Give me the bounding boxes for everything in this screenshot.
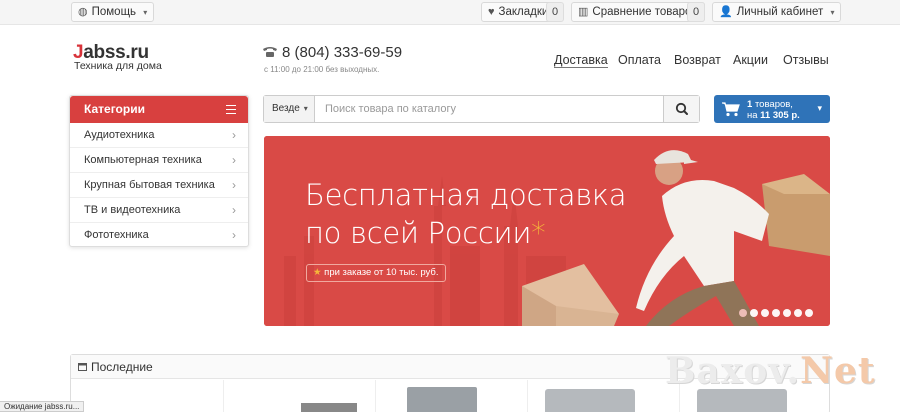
category-label: Компьютерная техника <box>84 154 202 166</box>
help-label: Помощь <box>91 6 137 18</box>
category-label: Фототехника <box>84 229 149 241</box>
bookmarks-label: Закладки <box>498 6 549 18</box>
nav-link-delivery[interactable]: Доставка <box>554 53 608 68</box>
product-divider <box>375 380 376 412</box>
search-icon <box>675 102 688 115</box>
help-dropdown[interactable]: ◍ Помощь ▾ <box>71 2 155 22</box>
account-dropdown[interactable]: 👤 Личный кабинет ▾ <box>712 2 842 22</box>
banner-line-1: Бесплатная доставка <box>305 178 627 212</box>
categories-title: Категории <box>84 102 145 116</box>
slider-dot[interactable] <box>772 309 780 317</box>
menu-icon <box>226 105 236 114</box>
compare-count-badge: 0 <box>687 2 705 22</box>
cart-count: 1 <box>747 99 753 110</box>
search-scope-dropdown[interactable]: Везде ▾ <box>264 96 315 122</box>
category-label: ТВ и видеотехника <box>84 204 181 216</box>
product-thumbnail[interactable] <box>545 389 635 412</box>
banner-line-2: по всей России <box>305 216 532 250</box>
promo-banner[interactable]: Бесплатная доставка по всей России* ★ пр… <box>264 136 830 326</box>
slider-dot[interactable] <box>761 309 769 317</box>
slider-dot[interactable] <box>783 309 791 317</box>
search-bar: Везде ▾ <box>263 95 700 123</box>
nav-link-payment[interactable]: Оплата <box>618 53 661 67</box>
cart-count-suffix: товаров, <box>754 99 793 110</box>
watermark-part-2: Net <box>800 350 876 392</box>
product-divider <box>527 380 528 412</box>
nav-link-returns[interactable]: Возврат <box>674 53 721 67</box>
category-item-appliances[interactable]: Крупная бытовая техника › <box>70 173 248 198</box>
product-thumbnail[interactable] <box>301 403 357 412</box>
watermark: Baxov.Net <box>665 350 876 392</box>
site-tagline: Техника для дома <box>74 60 162 72</box>
latest-products-title: Последние <box>91 360 153 374</box>
account-label: Личный кабинет <box>736 6 824 18</box>
nav-link-reviews[interactable]: Отзывы <box>783 53 829 67</box>
cart-total-line: на 11 305 р. <box>747 110 800 121</box>
product-thumbnail[interactable] <box>407 387 477 412</box>
banner-headline: Бесплатная доставка по всей России* <box>305 176 627 252</box>
cart-count-line: 1 товаров, <box>747 99 793 110</box>
slider-dot[interactable] <box>805 309 813 317</box>
search-input[interactable] <box>316 96 662 122</box>
nav-link-promotions[interactable]: Акции <box>733 53 768 67</box>
phone-icon <box>263 47 277 57</box>
chevron-down-icon: ▾ <box>830 8 835 17</box>
category-label: Крупная бытовая техника <box>84 179 215 191</box>
cart-icon <box>722 102 740 117</box>
chevron-right-icon: › <box>232 128 236 142</box>
category-item-audio[interactable]: Аудиотехника › <box>70 123 248 148</box>
top-bar: ◍ Помощь ▾ ♥ Закладки 0 ▥ Сравнение товаров… <box>0 0 900 25</box>
heart-icon: ♥ <box>488 6 495 18</box>
category-label: Аудиотехника <box>84 129 155 141</box>
compare-icon: ▥ <box>578 6 589 18</box>
categories-header[interactable]: Категории <box>70 96 248 123</box>
compare-button[interactable]: ▥ Сравнение товаров <box>571 2 705 22</box>
user-icon: 👤 <box>719 6 733 18</box>
bookmarks-button[interactable]: ♥ Закладки <box>481 2 556 22</box>
slider-dot[interactable] <box>739 309 747 317</box>
star-icon: ★ <box>313 267 322 278</box>
cart-button[interactable]: 1 товаров, на 11 305 р. ▾ <box>714 95 830 123</box>
product-thumbnail[interactable] <box>697 389 787 412</box>
phone-number[interactable]: 8 (804) 333-69-59 <box>282 44 402 61</box>
slider-dot[interactable] <box>794 309 802 317</box>
chevron-right-icon: › <box>232 178 236 192</box>
chevron-right-icon: › <box>232 153 236 167</box>
cart-total: 11 305 р. <box>760 110 800 121</box>
banner-asterisk: * <box>531 216 546 250</box>
compare-label: Сравнение товаров <box>592 6 698 18</box>
product-divider <box>223 380 224 412</box>
bookmarks-count-badge: 0 <box>546 2 564 22</box>
category-item-computers[interactable]: Компьютерная техника › <box>70 148 248 173</box>
banner-note-text: при заказе от 10 тыс. руб. <box>324 267 439 278</box>
category-item-photo[interactable]: Фототехника › <box>70 223 248 248</box>
browser-status-bar: Ожидание jabss.ru... <box>0 401 85 412</box>
calendar-icon <box>78 363 87 371</box>
chevron-down-icon: ▾ <box>143 8 148 17</box>
banner-condition-note: ★ при заказе от 10 тыс. руб. <box>306 264 446 282</box>
chevron-right-icon: › <box>232 228 236 242</box>
categories-menu: Категории Аудиотехника › Компьютерная тех… <box>69 95 249 247</box>
slider-dot[interactable] <box>750 309 758 317</box>
globe-icon: ◍ <box>78 6 88 18</box>
chevron-down-icon: ▾ <box>303 104 308 113</box>
chevron-down-icon: ▾ <box>817 103 822 113</box>
search-button[interactable] <box>663 96 699 122</box>
watermark-part-1: Baxov. <box>665 350 801 392</box>
category-item-tv-video[interactable]: ТВ и видеотехника › <box>70 198 248 223</box>
search-scope-label: Везде <box>272 103 300 114</box>
chevron-right-icon: › <box>232 203 236 217</box>
cart-total-prefix: на <box>747 110 758 121</box>
working-hours: с 11:00 до 21:00 без выходных. <box>264 65 380 74</box>
